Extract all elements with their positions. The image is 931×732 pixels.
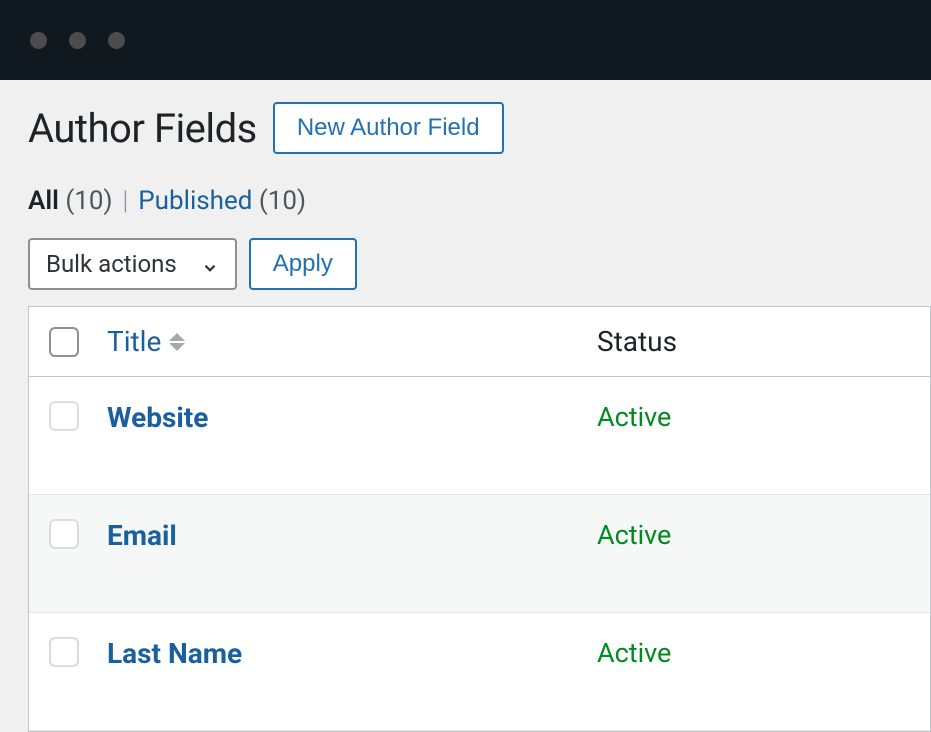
select-all-checkbox[interactable] [49, 327, 79, 357]
bulk-actions-label: Bulk actions [46, 250, 177, 278]
page-header: Author Fields New Author Field [28, 102, 931, 154]
apply-button[interactable]: Apply [249, 238, 357, 290]
filter-links: All (10) | Published (10) [28, 186, 931, 216]
filter-all-label: All [28, 186, 59, 216]
row-title-link[interactable]: Last Name [107, 637, 242, 670]
bulk-actions-select[interactable]: Bulk actions [28, 238, 237, 290]
filter-separator: | [123, 186, 129, 216]
row-status: Active [597, 401, 671, 433]
row-title-cell: Website [107, 401, 597, 434]
row-title-link[interactable]: Email [107, 519, 177, 552]
row-checkbox[interactable] [49, 519, 79, 549]
filter-all[interactable]: All (10) [28, 186, 113, 216]
chevron-down-icon [201, 255, 219, 273]
column-header-status: Status [597, 325, 677, 358]
new-author-field-button[interactable]: New Author Field [273, 102, 504, 154]
page-content: Author Fields New Author Field All (10) … [0, 80, 931, 732]
table-row: Last Name Active [29, 613, 930, 731]
column-header-title[interactable]: Title [107, 325, 597, 358]
window-titlebar [0, 0, 931, 80]
window-control-dot [69, 32, 86, 49]
sort-down-icon [169, 343, 185, 351]
table-row: Website Active [29, 377, 930, 495]
row-title-link[interactable]: Website [107, 401, 208, 434]
sort-up-icon [169, 333, 185, 341]
fields-table: Title Status Website Active Email Active [28, 306, 931, 732]
row-status: Active [597, 637, 671, 669]
table-header: Title Status [29, 307, 930, 377]
column-title-label: Title [107, 325, 161, 358]
bulk-actions-row: Bulk actions Apply [28, 238, 931, 290]
filter-published-count: (10) [259, 186, 306, 216]
window-control-dot [108, 32, 125, 49]
filter-published[interactable]: Published (10) [138, 186, 306, 216]
row-checkbox[interactable] [49, 637, 79, 667]
table-row: Email Active [29, 495, 930, 613]
row-checkbox[interactable] [49, 401, 79, 431]
page-title: Author Fields [28, 105, 257, 152]
filter-published-label: Published [138, 186, 252, 216]
window-control-dot [30, 32, 47, 49]
row-title-cell: Email [107, 519, 597, 552]
sort-icon [169, 333, 185, 351]
filter-all-count: (10) [65, 186, 112, 216]
row-title-cell: Last Name [107, 637, 597, 670]
row-status: Active [597, 519, 671, 551]
